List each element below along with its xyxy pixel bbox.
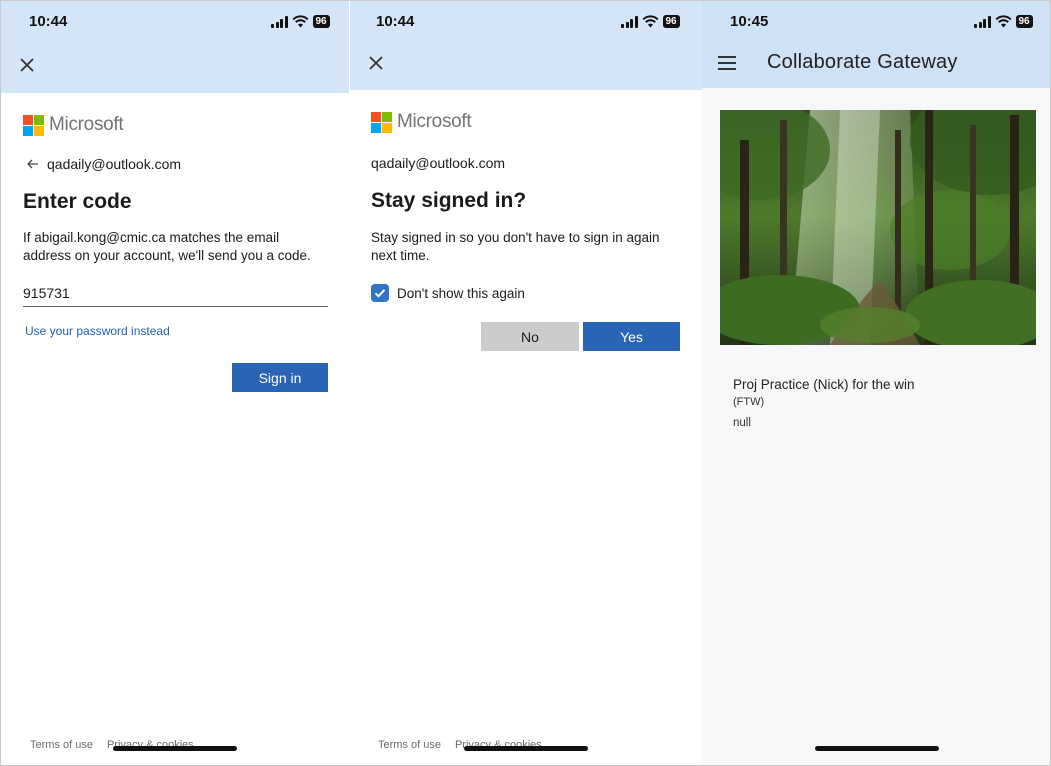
close-icon[interactable] [368, 55, 384, 71]
instruction-line-1: If abigail.kong@cmic.ca matches the emai… [23, 230, 280, 245]
app-title: Collaborate Gateway [767, 51, 958, 73]
status-icons: 96 [621, 14, 680, 28]
status-time: 10:44 [376, 13, 415, 30]
account-email-row[interactable]: qadaily@outlook.com [27, 156, 181, 172]
cellular-signal-icon [621, 16, 638, 28]
dont-show-again-checkbox[interactable] [371, 284, 389, 302]
project-card-image[interactable] [720, 110, 1036, 345]
cellular-signal-icon [974, 16, 991, 28]
home-indicator[interactable] [464, 746, 588, 751]
code-input[interactable] [23, 280, 328, 307]
no-button[interactable]: No [481, 322, 579, 351]
status-icons: 96 [271, 14, 330, 28]
phone-screen-collaborate-gateway: 10:45 96 Collaborate Gateway Proj Practi… [702, 1, 1050, 765]
checkmark-icon [374, 289, 386, 298]
microsoft-logo: Microsoft [23, 114, 124, 136]
battery-icon: 96 [312, 15, 330, 28]
phone-screen-stay-signed-in: 10:44 96 Microsoft qadaily@outlook.com S… [350, 1, 702, 765]
instruction-line-2: next time. [371, 248, 430, 263]
status-time: 10:44 [29, 13, 68, 30]
instruction-line-2: address on your account, we'll send you … [23, 248, 311, 263]
project-detail: null [733, 417, 751, 429]
account-email: qadaily@outlook.com [47, 156, 182, 172]
close-icon[interactable] [19, 57, 35, 73]
wifi-icon [641, 15, 659, 28]
yes-button[interactable]: Yes [583, 322, 680, 351]
microsoft-logo-icon [23, 114, 44, 136]
battery-icon: 96 [662, 15, 680, 28]
instruction-text: If abigail.kong@cmic.ca matches the emai… [23, 229, 343, 265]
wifi-icon [994, 15, 1012, 28]
project-subtitle: (FTW) [733, 396, 765, 408]
arrow-left-icon[interactable] [27, 156, 41, 172]
terms-of-use-link[interactable]: Terms of use [378, 739, 441, 751]
status-time: 10:45 [730, 13, 769, 30]
microsoft-wordmark: Microsoft [397, 111, 472, 132]
battery-icon: 96 [1015, 15, 1033, 28]
microsoft-wordmark: Microsoft [49, 114, 124, 135]
status-icons: 96 [974, 14, 1033, 28]
wifi-icon [291, 15, 309, 28]
page-title: Stay signed in? [371, 189, 527, 212]
jungle-image [720, 110, 1036, 345]
home-indicator[interactable] [815, 746, 939, 751]
top-bar: 10:44 96 [350, 1, 702, 90]
microsoft-logo: Microsoft [371, 111, 472, 133]
hamburger-menu-icon[interactable] [718, 56, 736, 70]
dont-show-again-label[interactable]: Don't show this again [397, 286, 525, 301]
top-bar: 10:44 96 [1, 1, 349, 93]
project-title[interactable]: Proj Practice (Nick) for the win [733, 377, 915, 392]
microsoft-logo-icon [371, 111, 392, 133]
instruction-text: Stay signed in so you don't have to sign… [371, 229, 696, 265]
sign-in-button[interactable]: Sign in [232, 363, 328, 392]
app-bar: 10:45 96 Collaborate Gateway [702, 1, 1050, 88]
account-email: qadaily@outlook.com [371, 155, 506, 171]
instruction-line-1: Stay signed in so you don't have to sign… [371, 230, 660, 245]
phone-screen-enter-code: 10:44 96 Microsoft qadaily@outlook.com E… [1, 1, 349, 765]
use-password-link[interactable]: Use your password instead [25, 324, 170, 338]
page-title: Enter code [23, 190, 132, 213]
home-indicator[interactable] [113, 746, 237, 751]
cellular-signal-icon [271, 16, 288, 28]
terms-of-use-link[interactable]: Terms of use [30, 739, 93, 751]
